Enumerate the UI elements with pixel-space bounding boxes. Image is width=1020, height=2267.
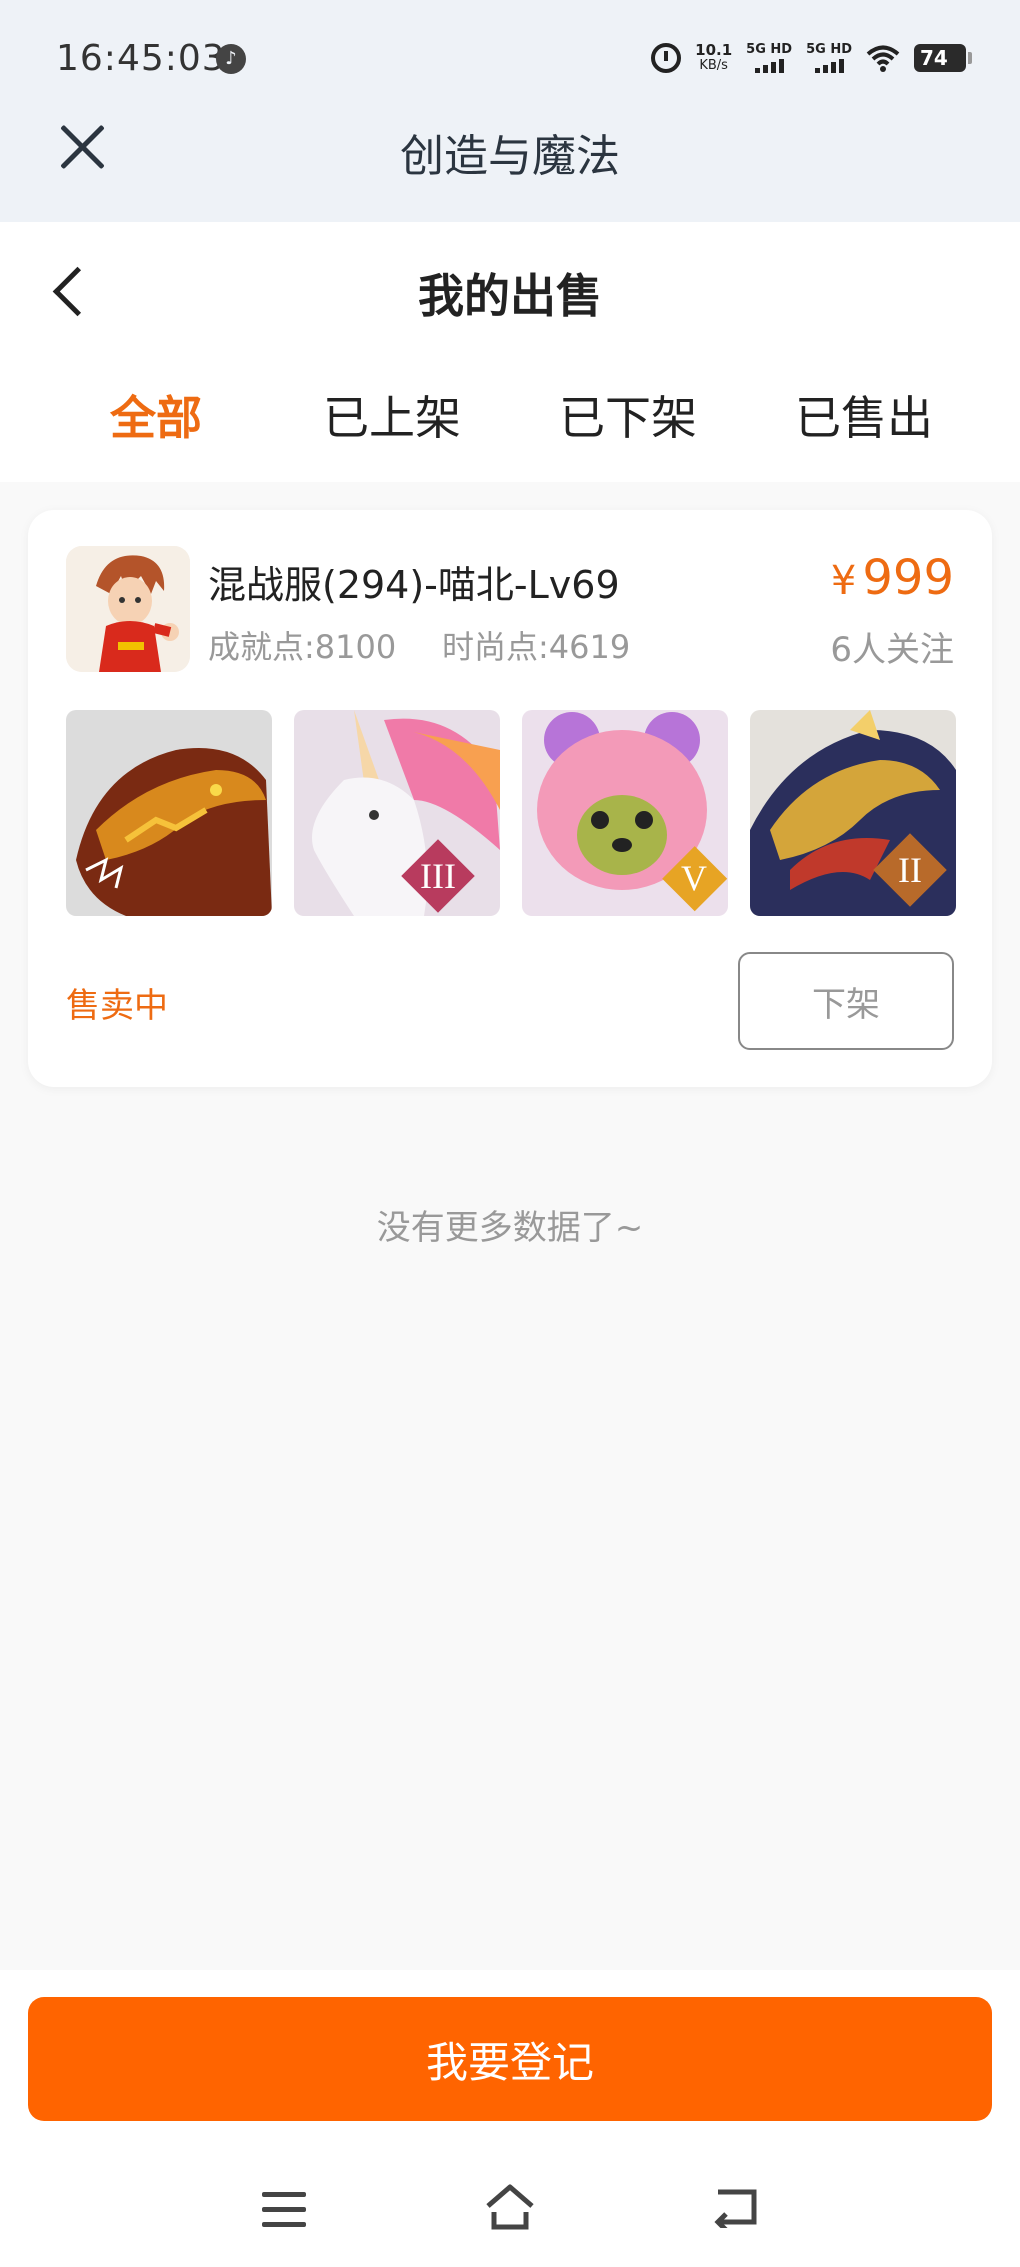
item-thumbnails: III V II — [66, 710, 956, 916]
achievement-points: 成就点:8100 — [208, 628, 397, 666]
thumb-fire-dragon[interactable] — [66, 710, 272, 916]
followers-count: 6人关注 — [830, 630, 954, 670]
thumb-golden-dragon[interactable]: II — [750, 710, 956, 916]
top-area: 16:45:03 ♪ 10.1 KB/s 5G HD 5G HD 74 创造与魔… — [0, 0, 1020, 222]
tab-all[interactable]: 全部 — [110, 382, 202, 448]
listing-status: 售卖中 — [66, 986, 168, 1026]
thumb-pink-bear[interactable]: V — [522, 710, 728, 916]
page-title: 我的出售 — [418, 269, 602, 323]
network-speed: 10.1 KB/s — [695, 41, 733, 74]
tab-delisted[interactable]: 已下架 — [559, 382, 697, 448]
system-icons: 10.1 KB/s 5G HD 5G HD 74 — [651, 38, 972, 78]
wifi-icon — [866, 45, 900, 72]
home-icon[interactable] — [484, 2182, 536, 2232]
system-nav-bar — [0, 2170, 1020, 2250]
delist-button[interactable]: 下架 — [738, 952, 954, 1050]
battery-icon: 74 — [914, 44, 972, 72]
listing-price: ¥999 — [830, 550, 954, 606]
register-button[interactable]: 我要登记 — [28, 1997, 992, 2121]
fashion-points: 时尚点:4619 — [442, 628, 631, 666]
listing-card[interactable]: 混战服(294)-喵北-Lv69 成就点:8100 时尚点:4619 ¥999 … — [28, 510, 992, 1087]
tab-listed[interactable]: 已上架 — [323, 382, 461, 448]
signal-sim2-icon: 5G HD — [806, 43, 852, 73]
thumb-badge: II — [898, 850, 922, 890]
signal-sim1-icon: 5G HD — [746, 43, 792, 73]
page-header: 我的出售 全部 已上架 已下架 已售出 — [0, 222, 1020, 482]
back-nav-icon[interactable] — [714, 2184, 760, 2228]
bottom-bar: 我要登记 — [0, 1970, 1020, 2267]
status-bar: 16:45:03 ♪ 10.1 KB/s 5G HD 5G HD 74 — [0, 0, 1020, 118]
character-avatar — [66, 546, 190, 672]
menu-icon[interactable] — [262, 2192, 306, 2228]
status-clock: 16:45:03 — [56, 38, 226, 79]
alarm-icon — [651, 43, 682, 73]
listing-title: 混战服(294)-喵北-Lv69 — [208, 563, 620, 607]
tab-bar: 全部 已上架 已下架 已售出 — [0, 382, 1020, 462]
app-title: 创造与魔法 — [400, 131, 620, 182]
notification-app-icon: ♪ — [216, 44, 246, 74]
thumb-unicorn[interactable]: III — [294, 710, 500, 916]
thumb-badge: V — [681, 858, 707, 898]
no-more-data-note: 没有更多数据了~ — [376, 1208, 644, 1248]
tab-sold[interactable]: 已售出 — [795, 382, 933, 448]
thumb-badge: III — [420, 856, 456, 896]
